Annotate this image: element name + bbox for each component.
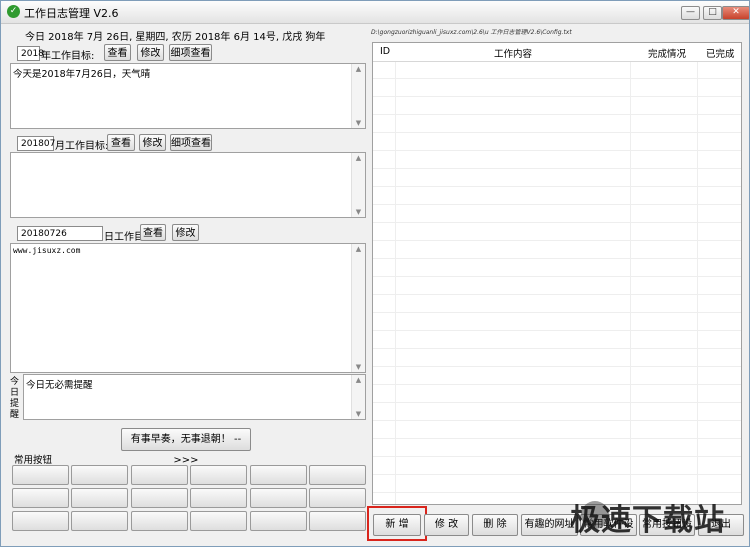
table-gridline (373, 240, 741, 241)
table-gridline (373, 276, 741, 277)
table-gridline (373, 438, 741, 439)
title-bar: ✓ 工作日志管理 V2.6 — □ ✕ (1, 1, 749, 24)
month-goal-label: 月工作目标: (55, 141, 109, 152)
common-button-1-6[interactable] (309, 465, 366, 485)
column-header-status[interactable]: 完成情况 (648, 46, 686, 60)
table-gridline (373, 150, 741, 151)
common-button-2-6[interactable] (309, 488, 366, 508)
table-gridline (373, 456, 741, 457)
table-gridline (373, 402, 741, 403)
table-gridline (373, 78, 741, 79)
close-button[interactable]: ✕ (722, 6, 749, 20)
column-header-done[interactable]: 已完成 (706, 46, 735, 60)
table-gridline (373, 168, 741, 169)
date-line: 今日 2018年 7月 26日, 星期四, 农历 2018年 6月 14号, 戊… (25, 32, 326, 43)
year-detail-button[interactable]: 细项查看 (169, 44, 212, 61)
config-path: D:\gongzuorizhiguanli_jisuxz.com\2.6\u 工… (371, 29, 572, 36)
day-scrollbar[interactable]: ▲ ▼ (351, 244, 365, 372)
column-divider (697, 43, 698, 504)
table-gridline (373, 96, 741, 97)
table-gridline (373, 366, 741, 367)
app-window: ✓ 工作日志管理 V2.6 — □ ✕ 今日 2018年 7月 26日, 星期四… (0, 0, 750, 547)
task-table[interactable]: ID 工作内容 完成情况 已完成 (372, 42, 742, 505)
table-gridline (373, 384, 741, 385)
scroll-down-icon[interactable]: ▼ (352, 363, 365, 371)
table-gridline (373, 222, 741, 223)
scroll-down-icon[interactable]: ▼ (352, 119, 365, 127)
month-edit-button[interactable]: 修改 (139, 134, 166, 151)
table-gridline (373, 204, 741, 205)
common-button-3-2[interactable] (71, 511, 128, 531)
table-gridline (373, 492, 741, 493)
month-detail-button[interactable]: 细项查看 (170, 134, 212, 151)
year-input[interactable]: 2018 (17, 46, 44, 61)
check-icon: ✓ (7, 5, 20, 18)
day-view-button[interactable]: 查看 (140, 224, 166, 241)
common-button-3-6[interactable] (309, 511, 366, 531)
table-gridline (373, 132, 741, 133)
common-buttons-label: 常用按钮 (14, 455, 53, 466)
common-button-2-4[interactable] (190, 488, 247, 508)
scroll-up-icon[interactable]: ▲ (352, 65, 365, 73)
column-divider (630, 43, 631, 504)
minimize-button[interactable]: — (681, 6, 700, 20)
column-header-content[interactable]: 工作内容 (494, 46, 532, 60)
window-title: 工作日志管理 V2.6 (24, 7, 119, 20)
day-goal-text: www.jisuxz.com (13, 246, 81, 255)
day-input[interactable]: 20180726 (17, 226, 103, 241)
month-goal-textarea[interactable]: ▲ ▼ (10, 152, 366, 218)
common-button-3-5[interactable] (250, 511, 307, 531)
month-scrollbar[interactable]: ▲ ▼ (351, 153, 365, 217)
common-button-2-5[interactable] (250, 488, 307, 508)
year-view-button[interactable]: 查看 (104, 44, 131, 61)
common-button-3-3[interactable] (131, 511, 188, 531)
common-button-1-5[interactable] (250, 465, 307, 485)
table-gridline (373, 312, 741, 313)
day-edit-button[interactable]: 修改 (172, 224, 199, 241)
watermark-text: 极速下载站 (570, 503, 725, 538)
motto-button[interactable]: 有事早奏，无事退朝！ -->>> (121, 428, 251, 466)
maximize-button[interactable]: □ (703, 6, 722, 20)
common-button-2-3[interactable] (131, 488, 188, 508)
common-button-2-1[interactable] (12, 488, 69, 508)
add-button[interactable]: 新 增 (373, 514, 421, 536)
year-goal-label: 年工作目标: (41, 51, 95, 62)
scroll-down-icon[interactable]: ▼ (352, 208, 365, 216)
month-input[interactable]: 201807 (17, 136, 55, 151)
day-goal-textarea[interactable]: www.jisuxz.com ▲ ▼ (10, 243, 366, 373)
year-goal-textarea[interactable]: 今天是2018年7月26日，天气晴 ▲ ▼ (10, 63, 366, 129)
common-button-1-1[interactable] (12, 465, 69, 485)
table-gridline (373, 420, 741, 421)
common-button-3-4[interactable] (190, 511, 247, 531)
table-gridline (373, 114, 741, 115)
common-button-1-2[interactable] (71, 465, 128, 485)
table-gridline (373, 348, 741, 349)
table-header: ID 工作内容 完成情况 已完成 (373, 43, 741, 62)
table-gridline (373, 474, 741, 475)
common-button-2-2[interactable] (71, 488, 128, 508)
reminder-text: 今日无必需提醒 (26, 380, 93, 391)
reminder-scrollbar[interactable]: ▲ ▼ (351, 375, 365, 419)
column-header-id[interactable]: ID (380, 46, 390, 57)
scroll-down-icon[interactable]: ▼ (352, 410, 365, 418)
reminder-label: 今日提醒 (10, 377, 20, 420)
year-edit-button[interactable]: 修改 (137, 44, 164, 61)
table-gridline (373, 258, 741, 259)
delete-button[interactable]: 删 除 (472, 514, 518, 536)
reminder-textarea[interactable]: 今日无必需提醒 ▲ ▼ (23, 374, 366, 420)
table-gridline (373, 330, 741, 331)
common-button-3-1[interactable] (12, 511, 69, 531)
scroll-up-icon[interactable]: ▲ (352, 154, 365, 162)
year-goal-text: 今天是2018年7月26日，天气晴 (13, 69, 151, 80)
year-scrollbar[interactable]: ▲ ▼ (351, 64, 365, 128)
common-button-1-3[interactable] (131, 465, 188, 485)
common-button-1-4[interactable] (190, 465, 247, 485)
month-view-button[interactable]: 查看 (107, 134, 135, 151)
scroll-up-icon[interactable]: ▲ (352, 245, 365, 253)
table-gridline (373, 294, 741, 295)
edit-button[interactable]: 修 改 (424, 514, 469, 536)
column-divider (395, 43, 396, 504)
table-gridline (373, 186, 741, 187)
scroll-up-icon[interactable]: ▲ (352, 376, 365, 384)
